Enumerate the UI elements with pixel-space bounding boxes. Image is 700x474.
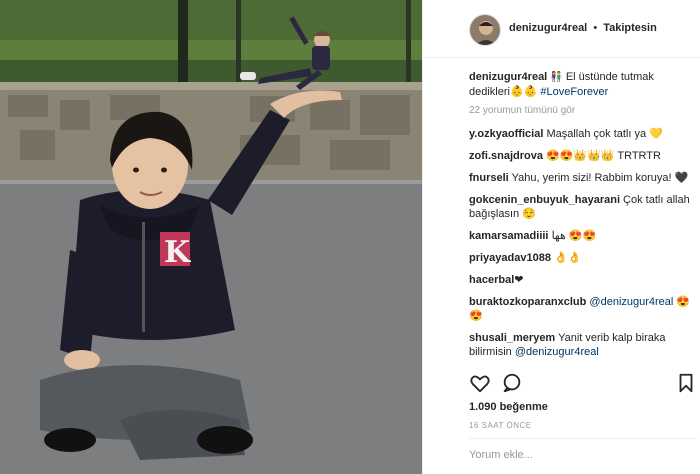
comment-username[interactable]: shusali_meryem: [469, 332, 555, 344]
author-username[interactable]: denizugur4real: [509, 22, 587, 34]
speech-bubble-icon[interactable]: [501, 372, 523, 394]
comment-username[interactable]: fnurseli: [469, 172, 509, 184]
comment-mention[interactable]: @denizugur4real: [515, 346, 599, 358]
separator-dot: •: [593, 22, 598, 34]
comment-username[interactable]: gokcenin_enbuyuk_hayarani: [469, 194, 620, 206]
comment-input[interactable]: [469, 449, 697, 461]
comments-list[interactable]: denizugur4real 👫 El üstünde tutmak dedik…: [469, 70, 697, 362]
comment-username[interactable]: priyayadav1088: [469, 252, 551, 264]
comment-mention[interactable]: @denizugur4real: [589, 296, 673, 308]
heart-outline-icon[interactable]: [469, 372, 491, 394]
comment-text: ❤: [514, 274, 524, 286]
comment-item: gokcenin_enbuyuk_hayarani Çok tatlı alla…: [469, 193, 697, 221]
comment-item: hacerbal❤: [469, 273, 697, 287]
avatar[interactable]: [469, 14, 501, 46]
header-text: denizugur4real • Takiptesin: [509, 22, 657, 34]
comment-text: 👌👌: [550, 252, 582, 264]
post-sidebar: denizugur4real • Takiptesin denizugur4re…: [422, 0, 700, 474]
comment-item: priyayadav1088 👌👌: [469, 251, 697, 265]
post-photo[interactable]: K: [0, 0, 422, 474]
post-actions: [469, 372, 697, 396]
comment-item: fnurseli Yahu, yerim sizi! Rabbim koruya…: [469, 171, 697, 185]
comment-text: 😍😍👑👑👑 TRTRTR: [542, 150, 661, 162]
follow-status[interactable]: Takiptesin: [603, 22, 657, 34]
avatar-image: [470, 15, 500, 45]
photo-illustration: K: [0, 0, 422, 474]
svg-text:K: K: [164, 235, 191, 270]
comment-item: zofi.snajdrova 😍😍👑👑👑 TRTRTR: [469, 149, 697, 163]
comment-username[interactable]: hacerbal: [469, 274, 514, 286]
add-comment-bar: [469, 438, 697, 474]
likes-count[interactable]: 1.090 beğenme: [469, 401, 548, 413]
bookmark-icon[interactable]: [675, 372, 697, 394]
post-caption: denizugur4real 👫 El üstünde tutmak dedik…: [469, 70, 697, 99]
comment-text: Yahu, yerim sizi! Rabbim koruya! 🖤: [508, 172, 689, 184]
post-timestamp: 16 SAAT ÖNCE: [469, 421, 532, 430]
comment-item: buraktozkoparanxclub @denizugur4real 😍😍: [469, 295, 697, 323]
comment-text: Maşallah çok tatlı ya 💛: [543, 128, 663, 140]
post-header: denizugur4real • Takiptesin: [423, 0, 700, 58]
comment-item: shusali_meryem Yanit verib kalp biraka b…: [469, 331, 697, 359]
view-all-comments-link[interactable]: 22 yorumun tümünü gör: [469, 105, 697, 117]
caption-hashtag[interactable]: #LoveForever: [540, 86, 608, 98]
comment-text: هها 😍😍: [548, 230, 597, 242]
comment-username[interactable]: zofi.snajdrova: [469, 150, 543, 162]
comment-item: y.ozkyaofficial Maşallah çok tatlı ya 💛: [469, 127, 697, 141]
comment-username[interactable]: y.ozkyaofficial: [469, 128, 543, 140]
caption-emoji: 👫: [550, 72, 563, 83]
instagram-post-window: K denizugur4real • Takiptesin denizugur4…: [0, 0, 700, 474]
comment-username[interactable]: buraktozkoparanxclub: [469, 296, 586, 308]
comment-username[interactable]: kamarsamadiiii: [469, 230, 549, 242]
comment-item: kamarsamadiiii هها 😍😍: [469, 229, 697, 243]
caption-username[interactable]: denizugur4real: [469, 71, 547, 83]
